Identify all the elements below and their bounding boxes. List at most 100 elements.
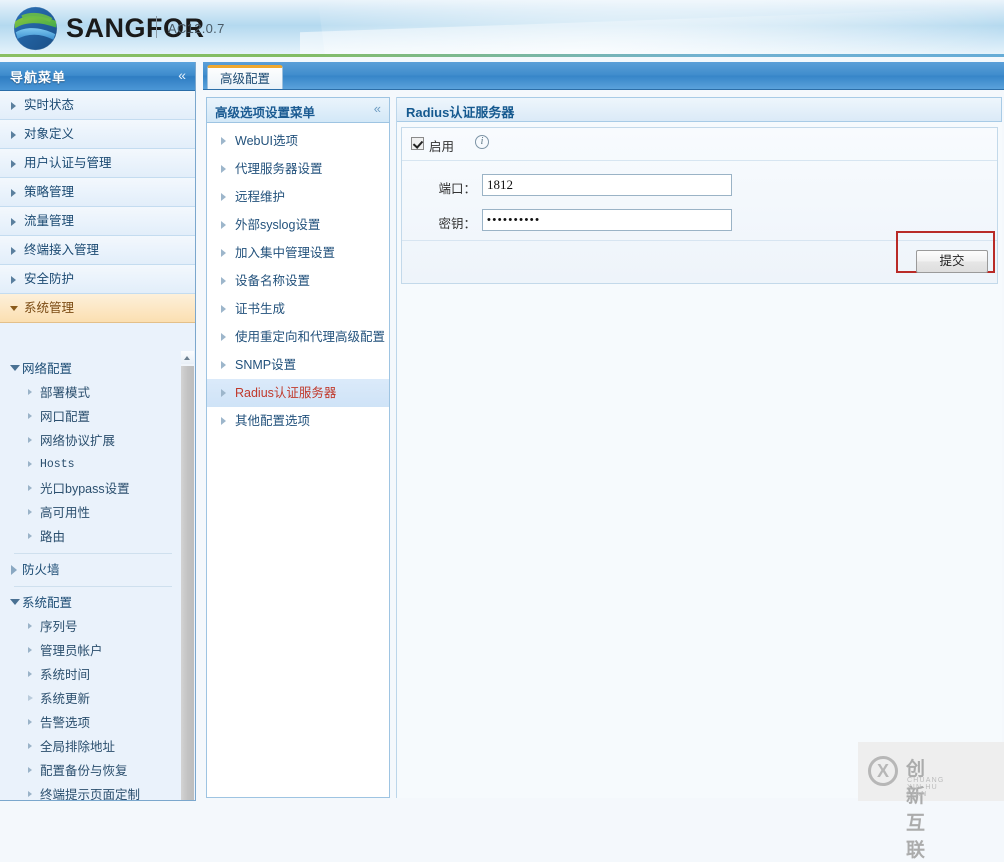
menu-item-label: Radius认证服务器 xyxy=(235,386,336,400)
menu-item-proxy-server-settings[interactable]: 代理服务器设置 xyxy=(207,155,389,183)
menu-item-redirect-proxy-advanced[interactable]: 使用重定向和代理高级配置 xyxy=(207,323,389,351)
nav-header-title: 导航菜单 xyxy=(10,67,66,86)
app-banner: SANGFOR AC12.0.7 xyxy=(0,0,1004,57)
sidebar-item-label: 流量管理 xyxy=(24,214,74,228)
tree-item-label: 路由 xyxy=(40,530,65,544)
brand-version: AC12.0.7 xyxy=(168,21,225,36)
tree-group-label: 系统配置 xyxy=(22,596,72,610)
tree-item-alarm-options[interactable]: 告警选项 xyxy=(0,711,182,735)
menu-item-certificate-generation[interactable]: 证书生成 xyxy=(207,295,389,323)
sidebar-item-user-auth[interactable]: 用户认证与管理 xyxy=(0,149,195,178)
sidebar-item-endpoint-access[interactable]: 终端接入管理 xyxy=(0,236,195,265)
tree-item-protocol-extension[interactable]: 网络协议扩展 xyxy=(0,429,182,453)
nav-tree: 网络配置 部署模式 网口配置 网络协议扩展 xyxy=(0,351,182,800)
enable-label: 启用 xyxy=(429,136,454,155)
port-field-row: 端口： xyxy=(402,174,997,200)
nav-top-items: 实时状态 对象定义 用户认证与管理 策略管理 流量管理 终端接入管理 xyxy=(0,91,195,323)
scrollbar-thumb[interactable] xyxy=(181,366,194,800)
menu-item-label: 使用重定向和代理高级配置 xyxy=(235,330,385,344)
chevron-double-left-icon[interactable]: « xyxy=(178,66,186,84)
sidebar-item-object-definition[interactable]: 对象定义 xyxy=(0,120,195,149)
tree-item-serial-number[interactable]: 序列号 xyxy=(0,615,182,639)
sidebar-item-label: 安全防护 xyxy=(24,272,74,286)
brand-separator xyxy=(156,16,157,38)
tab-label: 高级配置 xyxy=(220,72,270,86)
menu-item-label: 其他配置选项 xyxy=(235,414,310,428)
tree-group-label: 防火墙 xyxy=(22,563,60,577)
tree-item-label: 高可用性 xyxy=(40,506,90,520)
chevron-double-left-icon[interactable]: « xyxy=(374,101,381,117)
nav-tree-scrollbar[interactable] xyxy=(181,351,194,800)
sidebar-item-label: 系统管理 xyxy=(24,301,74,315)
chevron-right-icon xyxy=(28,671,32,677)
info-circle-icon[interactable]: i xyxy=(475,135,489,149)
advanced-menu-title: 高级选项设置菜单 xyxy=(215,102,315,121)
tree-group-network-config[interactable]: 网络配置 xyxy=(0,357,182,381)
secret-label: 密钥： xyxy=(420,213,476,232)
tree-item-high-availability[interactable]: 高可用性 xyxy=(0,501,182,525)
tab-advanced-config[interactable]: 高级配置 xyxy=(207,65,283,89)
chevron-right-icon xyxy=(221,277,226,285)
enable-checkbox[interactable] xyxy=(411,137,424,150)
tab-strip: 高级配置 xyxy=(203,62,1004,90)
chevron-right-icon xyxy=(221,305,226,313)
tree-item-terminal-page-custom[interactable]: 终端提示页面定制 xyxy=(0,783,182,800)
globe-logo-icon xyxy=(12,5,59,52)
menu-item-webui-options[interactable]: WebUI选项 xyxy=(207,127,389,155)
chevron-right-icon xyxy=(11,160,16,168)
menu-item-label: 外部syslog设置 xyxy=(235,218,320,232)
port-label: 端口： xyxy=(420,178,476,197)
tree-item-label: 全局排除地址 xyxy=(40,740,115,754)
chevron-right-icon xyxy=(221,137,226,145)
tree-group-firewall[interactable]: 防火墙 xyxy=(0,558,182,582)
tree-group-label: 网络配置 xyxy=(22,362,72,376)
chevron-right-icon xyxy=(28,485,32,491)
advanced-options-menu-panel: 高级选项设置菜单 « WebUI选项 代理服务器设置 远程维护 外部syslog… xyxy=(206,97,390,798)
secret-input[interactable] xyxy=(482,209,732,231)
sidebar-item-traffic[interactable]: 流量管理 xyxy=(0,207,195,236)
advanced-menu-list: WebUI选项 代理服务器设置 远程维护 外部syslog设置 加入集中管理设置… xyxy=(207,123,389,435)
chevron-right-outline-icon xyxy=(28,695,36,701)
tree-item-label: 管理员帐户 xyxy=(40,644,103,658)
chevron-right-icon xyxy=(28,767,32,773)
menu-item-label: 设备名称设置 xyxy=(235,274,310,288)
submit-button[interactable]: 提交 xyxy=(916,250,988,273)
menu-item-external-syslog[interactable]: 外部syslog设置 xyxy=(207,211,389,239)
tree-item-routing[interactable]: 路由 xyxy=(0,525,182,549)
tree-item-label: 光口bypass设置 xyxy=(40,482,130,496)
tree-item-hosts[interactable]: Hosts xyxy=(0,453,182,477)
tree-item-label: 配置备份与恢复 xyxy=(40,764,128,778)
menu-item-device-name[interactable]: 设备名称设置 xyxy=(207,267,389,295)
sidebar-item-system-management[interactable]: 系统管理 xyxy=(0,294,195,323)
tree-group-system-config[interactable]: 系统配置 xyxy=(0,591,182,615)
port-input[interactable] xyxy=(482,174,732,196)
chevron-right-icon xyxy=(28,743,32,749)
cx-logo-icon xyxy=(868,756,898,786)
radius-config-form: 启用 i 端口： 密钥： 提交 xyxy=(401,127,998,284)
chevron-down-icon xyxy=(10,306,18,315)
sidebar-item-label: 策略管理 xyxy=(24,185,74,199)
advanced-menu-header: 高级选项设置菜单 « xyxy=(207,98,389,123)
watermark-cn-text: 创新互联 xyxy=(906,754,927,862)
tree-item-interface-config[interactable]: 网口配置 xyxy=(0,405,182,429)
tree-item-fiber-bypass[interactable]: 光口bypass设置 xyxy=(0,477,182,501)
tree-item-system-time[interactable]: 系统时间 xyxy=(0,663,182,687)
tree-item-admin-account[interactable]: 管理员帐户 xyxy=(0,639,182,663)
sidebar-item-realtime-status[interactable]: 实时状态 xyxy=(0,91,195,120)
menu-item-snmp-settings[interactable]: SNMP设置 xyxy=(207,351,389,379)
menu-item-label: 代理服务器设置 xyxy=(235,162,323,176)
chevron-right-icon xyxy=(11,131,16,139)
sidebar-item-security[interactable]: 安全防护 xyxy=(0,265,195,294)
chevron-right-icon xyxy=(28,413,32,419)
tree-item-global-exclude-address[interactable]: 全局排除地址 xyxy=(0,735,182,759)
sidebar-item-policy[interactable]: 策略管理 xyxy=(0,178,195,207)
tree-item-system-update[interactable]: 系统更新 xyxy=(0,687,182,711)
chevron-right-icon xyxy=(221,165,226,173)
menu-item-remote-maintenance[interactable]: 远程维护 xyxy=(207,183,389,211)
menu-item-radius-auth-server[interactable]: Radius认证服务器 xyxy=(207,379,389,407)
tree-item-backup-restore[interactable]: 配置备份与恢复 xyxy=(0,759,182,783)
scroll-up-button[interactable] xyxy=(181,351,194,364)
menu-item-other-options[interactable]: 其他配置选项 xyxy=(207,407,389,435)
menu-item-central-management[interactable]: 加入集中管理设置 xyxy=(207,239,389,267)
tree-item-deploy-mode[interactable]: 部署模式 xyxy=(0,381,182,405)
